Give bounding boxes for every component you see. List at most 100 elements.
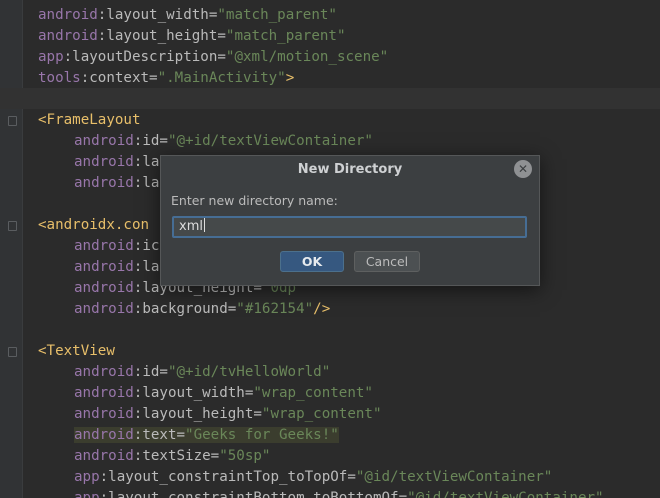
- code-token: :ic: [133, 238, 160, 254]
- code-token: android: [38, 7, 98, 23]
- code-line[interactable]: app:layout_constraintBottom_toBottomOf="…: [0, 488, 660, 498]
- code-token: :la: [133, 175, 160, 191]
- code-token: >: [285, 70, 295, 86]
- code-token: :textSize=: [133, 448, 220, 464]
- code-line[interactable]: [0, 320, 660, 341]
- code-token: <FrameLayout: [38, 112, 141, 128]
- code-token: "@+id/tvHelloWorld": [167, 364, 331, 380]
- fold-marker-icon[interactable]: [8, 221, 17, 231]
- code-token: "@+id/textViewContainer": [167, 133, 373, 149]
- code-token: app: [74, 469, 100, 485]
- code-token: app: [38, 49, 64, 65]
- directory-name-value: xml: [179, 219, 203, 234]
- code-token: android: [74, 385, 134, 401]
- code-token: "#162154": [236, 301, 314, 317]
- code-token: "@id/textViewContainer": [407, 490, 604, 498]
- code-line[interactable]: android:layout_height="wrap_content": [0, 404, 660, 425]
- code-token: :layout_width=: [133, 385, 254, 401]
- code-line[interactable]: app:layout_constraintTop_toTopOf="@id/te…: [0, 467, 660, 488]
- code-token: :background=: [133, 301, 237, 317]
- close-icon[interactable]: ✕: [514, 160, 532, 178]
- code-line[interactable]: android:textSize="50sp": [0, 446, 660, 467]
- directory-name-label: Enter new directory name:: [171, 193, 338, 208]
- code-token: android: [74, 406, 134, 422]
- code-line[interactable]: tools:context=".MainActivity">: [0, 68, 660, 89]
- code-token: />: [313, 301, 331, 317]
- code-line[interactable]: android:layout_width="wrap_content": [0, 383, 660, 404]
- code-token: "@id/textViewContainer": [355, 469, 553, 485]
- code-token: :la: [133, 259, 160, 275]
- code-token: "50sp": [219, 448, 271, 464]
- code-token: android: [74, 175, 134, 191]
- code-line[interactable]: android:text="Geeks for Geeks!": [0, 425, 660, 446]
- code-text: android:textSize="50sp": [74, 446, 270, 467]
- code-token: <androidx.con: [38, 217, 150, 233]
- code-token: :layout_width=: [97, 7, 218, 23]
- code-token: :text=: [133, 427, 186, 443]
- code-text: tools:context=".MainActivity">: [38, 68, 294, 89]
- new-directory-dialog: New Directory ✕ Enter new directory name…: [160, 155, 540, 286]
- code-token: "wrap_content": [261, 406, 382, 422]
- code-token: "Geeks for Geeks!": [185, 427, 339, 443]
- directory-name-input[interactable]: xml: [172, 216, 527, 238]
- code-token: "match_parent": [217, 7, 337, 23]
- code-token: <TextView: [38, 343, 115, 359]
- code-line[interactable]: <TextView: [0, 341, 660, 362]
- text-caret: [203, 218, 205, 232]
- code-token: android: [74, 154, 134, 170]
- code-token: :layout_height=: [133, 406, 262, 422]
- code-line[interactable]: android:layout_height="match_parent": [0, 26, 660, 47]
- code-text: android:text="Geeks for Geeks!": [74, 425, 339, 446]
- code-token: "@xml/motion_scene": [225, 49, 389, 65]
- code-token: android: [74, 301, 134, 317]
- code-line[interactable]: app:layoutDescription="@xml/motion_scene…: [0, 47, 660, 68]
- code-text: <androidx.con: [38, 215, 149, 236]
- code-token: android: [74, 133, 134, 149]
- code-token: android: [74, 280, 134, 296]
- code-line[interactable]: android:id="@+id/textViewContainer": [0, 131, 660, 152]
- code-line[interactable]: android:background="#162154"/>: [0, 299, 660, 320]
- code-text: android:la: [74, 173, 159, 194]
- code-token: :layout_constraintBottom_toBottomOf=: [99, 490, 408, 498]
- code-text: android:layout_width="wrap_content": [74, 383, 373, 404]
- code-text: android:ic: [74, 236, 159, 257]
- code-token: android: [74, 427, 134, 443]
- code-token: :id=: [133, 364, 168, 380]
- code-text: app:layout_constraintTop_toTopOf="@id/te…: [74, 467, 552, 488]
- code-token: android: [74, 259, 134, 275]
- code-text: android:id="@+id/tvHelloWorld": [74, 362, 330, 383]
- code-line[interactable]: <FrameLayout: [0, 110, 660, 131]
- ok-button[interactable]: OK: [280, 251, 344, 272]
- code-line[interactable]: android:id="@+id/tvHelloWorld": [0, 362, 660, 383]
- dialog-title: New Directory: [297, 162, 403, 177]
- code-line[interactable]: [0, 88, 660, 109]
- code-text: <TextView: [38, 341, 115, 362]
- code-token: :layoutDescription=: [63, 49, 226, 65]
- code-text: <FrameLayout: [38, 110, 141, 131]
- code-token: "wrap_content": [253, 385, 373, 401]
- code-text: android:id="@+id/textViewContainer": [74, 131, 373, 152]
- code-token: ".MainActivity": [157, 70, 286, 86]
- code-text: android:layout_height="wrap_content": [74, 404, 382, 425]
- code-token: :context=: [80, 70, 158, 86]
- code-token: :layout_height=: [97, 28, 226, 44]
- fold-marker-icon[interactable]: [8, 116, 17, 126]
- code-text: android:layout_height="match_parent": [38, 26, 346, 47]
- fold-marker-icon[interactable]: [8, 347, 17, 357]
- code-text: android:la: [74, 152, 159, 173]
- code-text: android:layout_width="match_parent": [38, 5, 337, 26]
- code-text: android:la: [74, 257, 159, 278]
- code-token: :la: [133, 154, 160, 170]
- code-text: app:layoutDescription="@xml/motion_scene…: [38, 47, 388, 68]
- code-token: android: [74, 448, 134, 464]
- code-token: :id=: [133, 133, 168, 149]
- cancel-button[interactable]: Cancel: [354, 251, 420, 272]
- code-token: "match_parent": [225, 28, 346, 44]
- code-token: tools: [38, 70, 81, 86]
- code-token: app: [74, 490, 100, 498]
- code-text: android:background="#162154"/>: [74, 299, 330, 320]
- code-token: :layout_constraintTop_toTopOf=: [99, 469, 356, 485]
- code-token: android: [74, 364, 134, 380]
- code-line[interactable]: android:layout_width="match_parent": [0, 5, 660, 26]
- code-token: android: [74, 238, 134, 254]
